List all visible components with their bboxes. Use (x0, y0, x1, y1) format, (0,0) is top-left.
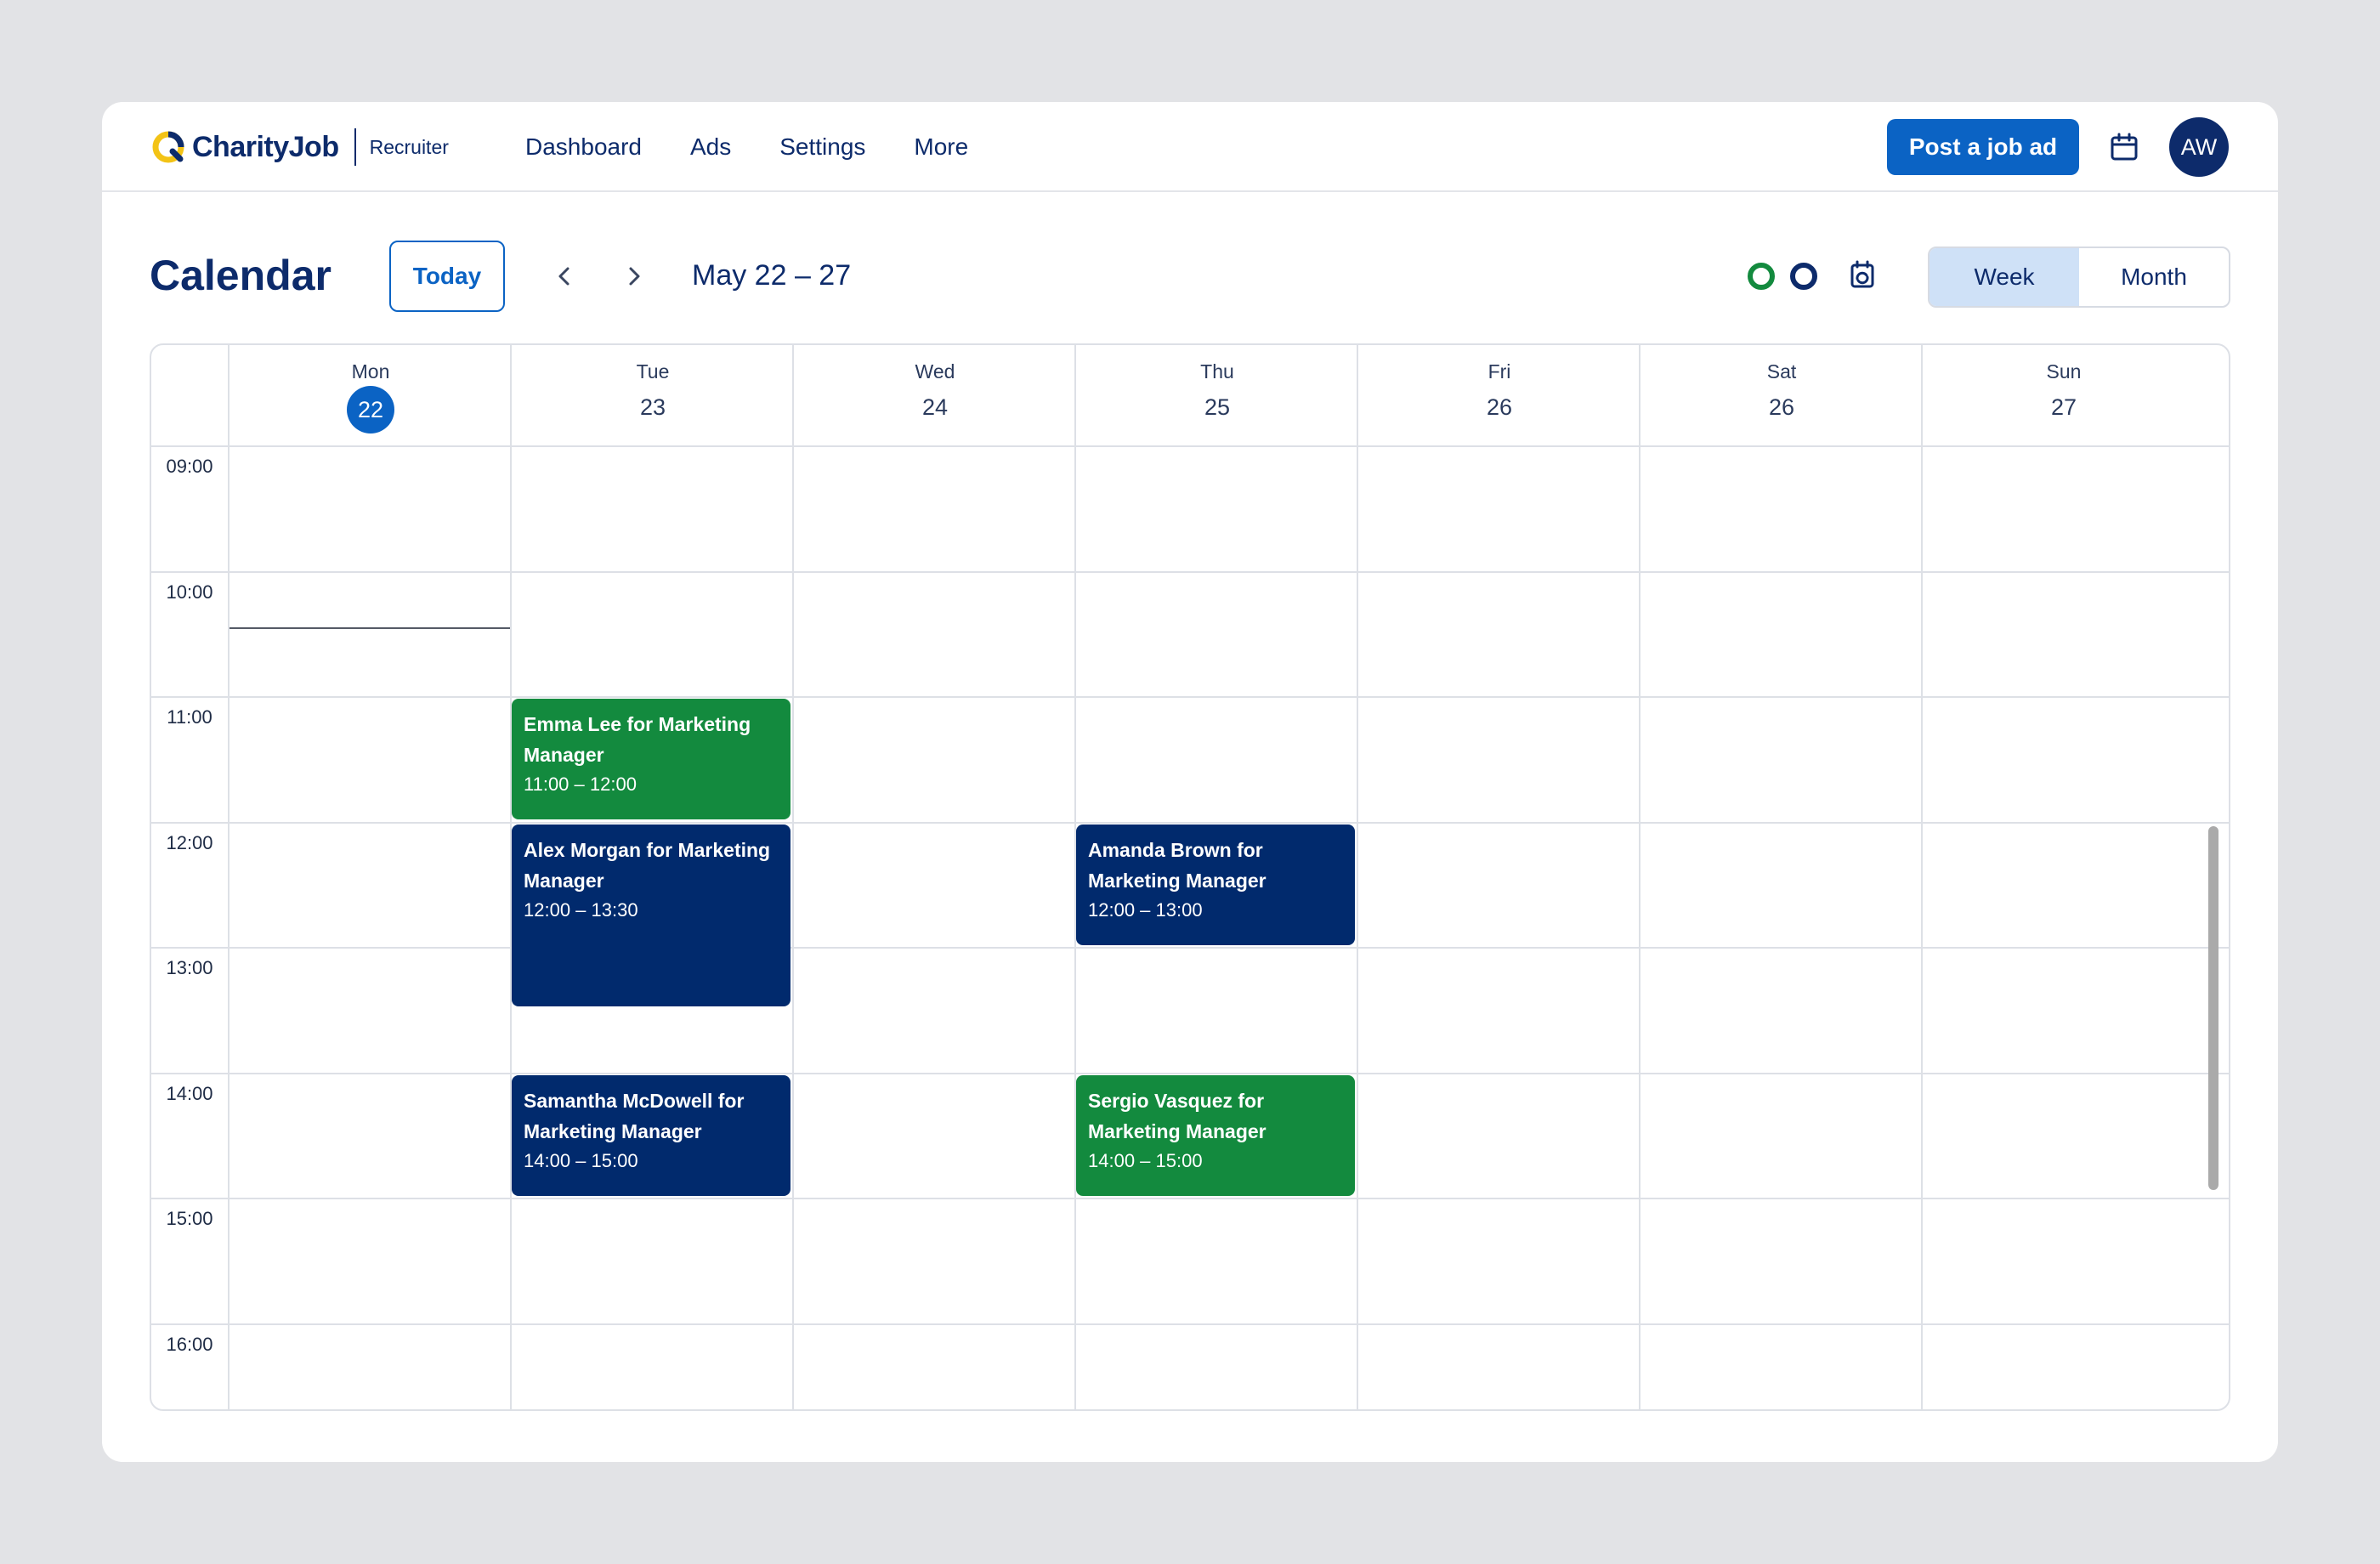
day-number-sat[interactable]: 26 (1640, 394, 1923, 421)
calendar-icon[interactable] (2110, 133, 2139, 162)
nav-settings[interactable]: Settings (779, 133, 865, 161)
event-time: 11:00 – 12:00 (524, 774, 637, 795)
day-header-mon: Mon (351, 360, 390, 382)
grid-line (151, 1323, 2229, 1325)
event-title: Amanda Brown for Marketing Manager (1088, 839, 1266, 892)
top-navigation: CharityJob Recruiter Dashboard Ads Setti… (102, 102, 2278, 192)
event-card[interactable]: Sergio Vasquez for Marketing Manager 14:… (1076, 1075, 1355, 1196)
day-number-wed[interactable]: 24 (794, 394, 1076, 421)
event-time: 14:00 – 15:00 (524, 1150, 638, 1171)
event-time: 12:00 – 13:00 (1088, 899, 1203, 921)
event-time: 12:00 – 13:30 (524, 899, 638, 921)
day-header-fri: Fri (1488, 360, 1511, 382)
event-title: Sergio Vasquez for Marketing Manager (1088, 1090, 1266, 1142)
brand-subtitle: Recruiter (369, 135, 449, 158)
day-number-thu[interactable]: 25 (1076, 394, 1358, 421)
scrollbar-thumb[interactable] (2208, 826, 2218, 1190)
today-date-badge[interactable]: 22 (347, 386, 394, 434)
user-avatar[interactable]: AW (2169, 117, 2229, 177)
event-card[interactable]: Samantha McDowell for Marketing Manager … (512, 1075, 790, 1196)
day-number-fri[interactable]: 26 (1358, 394, 1640, 421)
date-range-label: May 22 – 27 (692, 259, 852, 292)
time-label: 15:00 (166, 1208, 213, 1229)
today-button[interactable]: Today (389, 241, 505, 312)
day-header-wed: Wed (915, 360, 955, 382)
brand-name: CharityJob (192, 130, 339, 163)
grid-line (151, 571, 2229, 573)
post-job-ad-button[interactable]: Post a job ad (1887, 119, 2079, 175)
event-title: Emma Lee for Marketing Manager (524, 713, 751, 766)
time-label: 11:00 (167, 706, 212, 728)
grid-line (151, 1198, 2229, 1199)
grid-line (151, 445, 2229, 447)
charityjob-logo-icon (152, 131, 184, 163)
event-card[interactable]: Emma Lee for Marketing Manager 11:00 – 1… (512, 699, 790, 819)
event-title: Samantha McDowell for Marketing Manager (524, 1090, 745, 1142)
page-title: Calendar (150, 252, 332, 299)
day-header-sat: Sat (1766, 360, 1797, 382)
time-label: 14:00 (166, 1083, 213, 1104)
app-window: CharityJob Recruiter Dashboard Ads Setti… (102, 102, 2278, 1462)
week-view-button[interactable]: Week (1930, 248, 2079, 306)
event-time: 14:00 – 15:00 (1088, 1150, 1203, 1171)
main-nav: Dashboard Ads Settings More (525, 102, 1017, 192)
nav-ads[interactable]: Ads (690, 133, 731, 161)
grid-line (228, 345, 230, 1409)
time-label: 10:00 (166, 581, 213, 603)
current-time-indicator (230, 627, 510, 629)
grid-line (151, 696, 2229, 698)
navy-status-filter-icon[interactable] (1790, 263, 1817, 290)
grid-line (1921, 345, 1923, 1409)
brand-divider (354, 128, 356, 166)
month-view-button[interactable]: Month (2079, 248, 2229, 306)
day-number-tue[interactable]: 23 (512, 394, 794, 421)
calendar-sync-icon[interactable] (1846, 258, 1878, 291)
nav-more[interactable]: More (914, 133, 968, 161)
week-calendar-grid: Mon 22 Tue 23 Wed 24 Thu 25 Fri 26 Sat 2… (150, 343, 2230, 1411)
event-card[interactable]: Alex Morgan for Marketing Manager 12:00 … (512, 824, 790, 1006)
event-card[interactable]: Amanda Brown for Marketing Manager 12:00… (1076, 824, 1355, 945)
grid-line (1639, 345, 1640, 1409)
brand-logo[interactable]: CharityJob Recruiter (150, 128, 449, 167)
grid-line (151, 947, 2229, 949)
time-label: 13:00 (166, 957, 213, 978)
event-title: Alex Morgan for Marketing Manager (524, 839, 771, 892)
time-label: 16:00 (166, 1334, 213, 1355)
day-header-thu: Thu (1200, 360, 1234, 382)
grid-line (792, 345, 794, 1409)
view-toggle: Week Month (1928, 246, 2230, 308)
green-status-filter-icon[interactable] (1748, 263, 1775, 290)
grid-line (1357, 345, 1358, 1409)
day-number-sun[interactable]: 27 (1923, 394, 2205, 421)
chevron-right-icon[interactable] (619, 262, 648, 291)
grid-line (151, 822, 2229, 824)
nav-dashboard[interactable]: Dashboard (525, 133, 642, 161)
chevron-left-icon[interactable] (551, 262, 580, 291)
grid-line (151, 1073, 2229, 1074)
time-label: 09:00 (166, 456, 213, 477)
day-header-sun: Sun (2046, 360, 2082, 382)
time-label: 12:00 (166, 832, 213, 853)
day-header-tue: Tue (636, 360, 670, 382)
